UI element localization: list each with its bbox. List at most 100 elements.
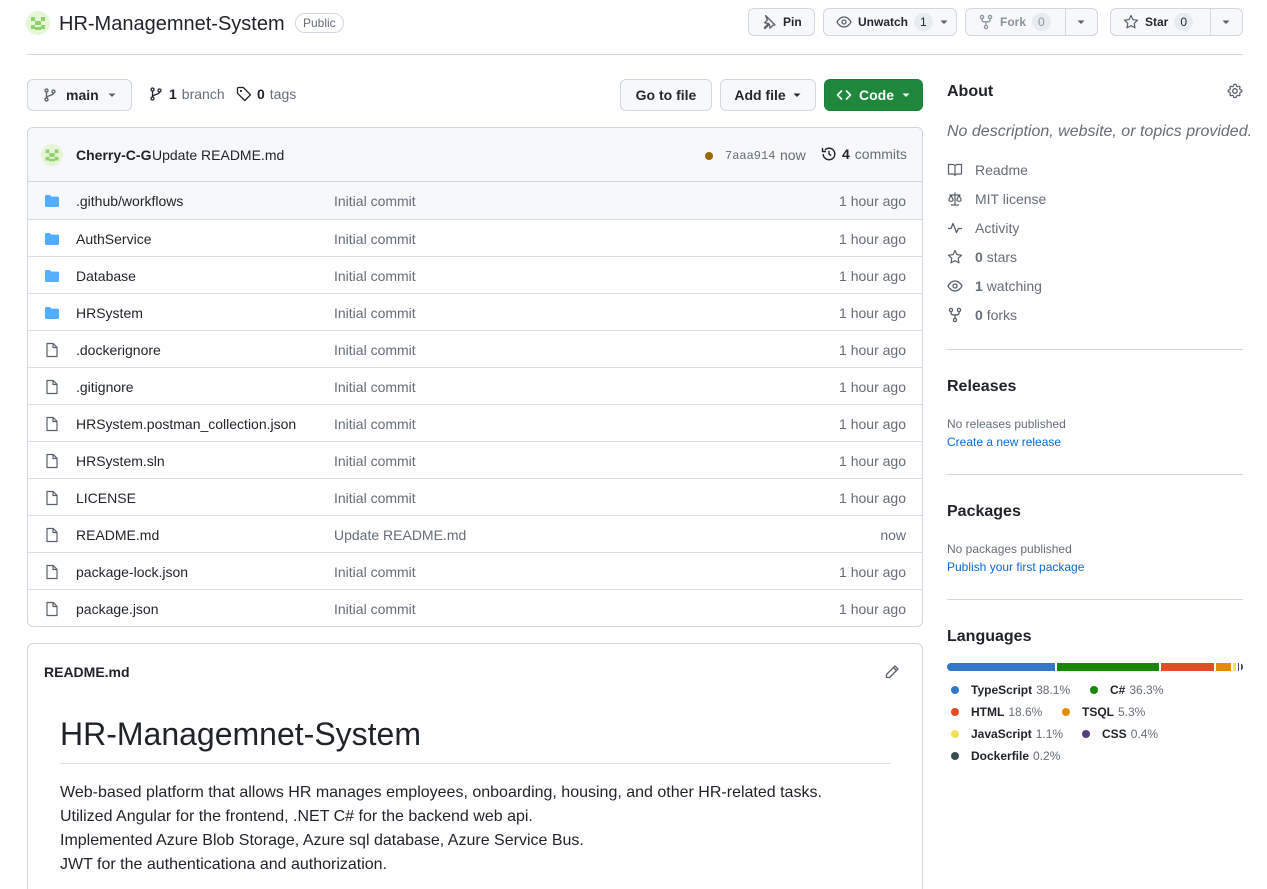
language-item[interactable]: TypeScript 38.1% bbox=[947, 683, 1070, 697]
file-commit-message[interactable]: Update README.md bbox=[334, 527, 466, 543]
file-row[interactable]: package.json Initial commit 1 hour ago bbox=[28, 589, 922, 626]
create-release-link[interactable]: Create a new release bbox=[947, 435, 1061, 449]
file-row[interactable]: HRSystem.postman_collection.json Initial … bbox=[28, 404, 922, 441]
language-name: Dockerfile bbox=[971, 749, 1030, 763]
file-commit-message[interactable]: Initial commit bbox=[334, 453, 416, 469]
fork-dropdown-button[interactable] bbox=[1066, 9, 1096, 35]
commit-message[interactable]: Update README.md bbox=[152, 147, 284, 163]
file-name[interactable]: Database bbox=[76, 268, 136, 284]
packages-heading[interactable]: Packages bbox=[947, 503, 1021, 521]
code-button[interactable]: Code bbox=[824, 79, 923, 111]
file-row[interactable]: LICENSE Initial commit 1 hour ago bbox=[28, 478, 922, 515]
star-dropdown-button[interactable] bbox=[1211, 9, 1241, 35]
file-commit-message[interactable]: Initial commit bbox=[334, 416, 416, 432]
file-name[interactable]: package.json bbox=[76, 601, 159, 617]
language-bar-segment bbox=[1241, 663, 1243, 671]
file-commit-message[interactable]: Initial commit bbox=[334, 490, 416, 506]
fork-button-group[interactable]: Fork 0 bbox=[965, 8, 1098, 36]
file-row[interactable]: Database Initial commit 1 hour ago bbox=[28, 256, 922, 293]
language-item[interactable]: TSQL 5.3% bbox=[1058, 705, 1145, 719]
gear-icon[interactable] bbox=[1227, 83, 1243, 99]
readme-paragraph-line: JWT for the authenticationa and authoriz… bbox=[60, 856, 388, 873]
file-commit-message[interactable]: Initial commit bbox=[334, 231, 416, 247]
file-commit-age: now bbox=[880, 527, 906, 543]
watching-count: 1 bbox=[975, 278, 983, 294]
commit-author-avatar[interactable] bbox=[41, 144, 63, 166]
sidebar-divider bbox=[947, 474, 1243, 475]
file-icon bbox=[44, 490, 60, 506]
file-name[interactable]: HRSystem.postman_collection.json bbox=[76, 416, 296, 432]
file-name[interactable]: LICENSE bbox=[76, 490, 136, 506]
file-commit-message[interactable]: Initial commit bbox=[334, 379, 416, 395]
header-divider bbox=[27, 54, 1243, 55]
commit-sha[interactable]: 7aaa914 bbox=[725, 149, 775, 163]
file-commit-message[interactable]: Initial commit bbox=[334, 342, 416, 358]
branch-select-button[interactable]: main bbox=[27, 79, 132, 111]
file-row[interactable]: README.md Update README.md now bbox=[28, 515, 922, 552]
tags-link[interactable]: 0 tags bbox=[236, 86, 296, 102]
language-percent: 5.3% bbox=[1118, 705, 1146, 719]
file-name[interactable]: package-lock.json bbox=[76, 564, 188, 580]
language-item[interactable]: JavaScript 1.1% bbox=[947, 727, 1063, 741]
file-row[interactable]: .dockerignore Initial commit 1 hour ago bbox=[28, 330, 922, 367]
folder-icon bbox=[44, 305, 60, 321]
language-item[interactable]: HTML 18.6% bbox=[947, 705, 1042, 719]
commit-author[interactable]: Cherry-C-G bbox=[76, 147, 151, 163]
file-commit-age: 1 hour ago bbox=[839, 342, 906, 358]
pulse-icon bbox=[947, 220, 963, 236]
language-color-dot bbox=[951, 730, 959, 738]
star-button[interactable]: Star 0 bbox=[1111, 9, 1210, 35]
file-name[interactable]: AuthService bbox=[76, 231, 151, 247]
forks-link[interactable]: 0 forks bbox=[947, 307, 1017, 323]
file-row[interactable]: .github/workflows Initial commit 1 hour ag… bbox=[28, 182, 922, 219]
readme-filename[interactable]: README.md bbox=[44, 664, 130, 680]
star-button-group[interactable]: Star 0 bbox=[1110, 8, 1243, 36]
file-row[interactable]: HRSystem.sln Initial commit 1 hour ago bbox=[28, 441, 922, 478]
language-percent: 36.3% bbox=[1129, 683, 1164, 697]
star-icon bbox=[1123, 14, 1139, 30]
language-item[interactable]: C# 36.3% bbox=[1086, 683, 1163, 697]
file-name[interactable]: .github/workflows bbox=[76, 193, 183, 209]
publish-package-link[interactable]: Publish your first package bbox=[947, 560, 1084, 574]
edit-pencil-icon[interactable] bbox=[884, 664, 900, 680]
license-label: MIT license bbox=[975, 191, 1047, 207]
go-to-file-button[interactable]: Go to file bbox=[620, 79, 712, 111]
file-row[interactable]: HRSystem Initial commit 1 hour ago bbox=[28, 293, 922, 330]
chevron-down-icon bbox=[1221, 17, 1231, 27]
file-commit-message[interactable]: Initial commit bbox=[334, 268, 416, 284]
file-row[interactable]: .gitignore Initial commit 1 hour ago bbox=[28, 367, 922, 404]
file-commit-message[interactable]: Initial commit bbox=[334, 564, 416, 580]
readme-link[interactable]: Readme bbox=[947, 162, 1028, 178]
language-item[interactable]: Dockerfile 0.2% bbox=[947, 749, 1060, 763]
commit-status-dot[interactable] bbox=[705, 152, 713, 160]
file-name[interactable]: .gitignore bbox=[76, 379, 134, 395]
file-name[interactable]: .dockerignore bbox=[76, 342, 161, 358]
file-commit-message[interactable]: Initial commit bbox=[334, 193, 416, 209]
file-icon bbox=[44, 601, 60, 617]
file-name[interactable]: README.md bbox=[76, 527, 159, 543]
watching-label: watching bbox=[986, 278, 1042, 294]
file-commit-message[interactable]: Initial commit bbox=[334, 601, 416, 617]
unwatch-button[interactable]: Unwatch 1 bbox=[823, 8, 957, 36]
language-item[interactable]: CSS 0.4% bbox=[1078, 727, 1158, 741]
repo-title[interactable]: HR-Managemnet-System bbox=[59, 12, 285, 36]
file-name[interactable]: HRSystem.sln bbox=[76, 453, 165, 469]
file-commit-message[interactable]: Initial commit bbox=[334, 305, 416, 321]
repo-owner-avatar[interactable] bbox=[26, 11, 50, 35]
file-name[interactable]: HRSystem bbox=[76, 305, 143, 321]
watchers-link[interactable]: 1 watching bbox=[947, 278, 1042, 294]
file-commit-age: 1 hour ago bbox=[839, 453, 906, 469]
chevron-down-icon bbox=[939, 17, 949, 27]
branches-link[interactable]: 1 branch bbox=[148, 86, 225, 102]
add-file-button[interactable]: Add file bbox=[720, 79, 816, 111]
license-link[interactable]: MIT license bbox=[947, 191, 1046, 207]
pin-label: Pin bbox=[783, 15, 802, 29]
fork-button[interactable]: Fork 0 bbox=[966, 9, 1065, 35]
releases-heading[interactable]: Releases bbox=[947, 378, 1016, 396]
file-row[interactable]: package-lock.json Initial commit 1 hour ag… bbox=[28, 552, 922, 589]
commits-history-link[interactable]: 4 commits bbox=[821, 146, 907, 162]
stars-link[interactable]: 0 stars bbox=[947, 249, 1017, 265]
file-row[interactable]: AuthService Initial commit 1 hour ago bbox=[28, 219, 922, 256]
activity-link[interactable]: Activity bbox=[947, 220, 1019, 236]
pin-button[interactable]: Pin bbox=[748, 8, 815, 36]
